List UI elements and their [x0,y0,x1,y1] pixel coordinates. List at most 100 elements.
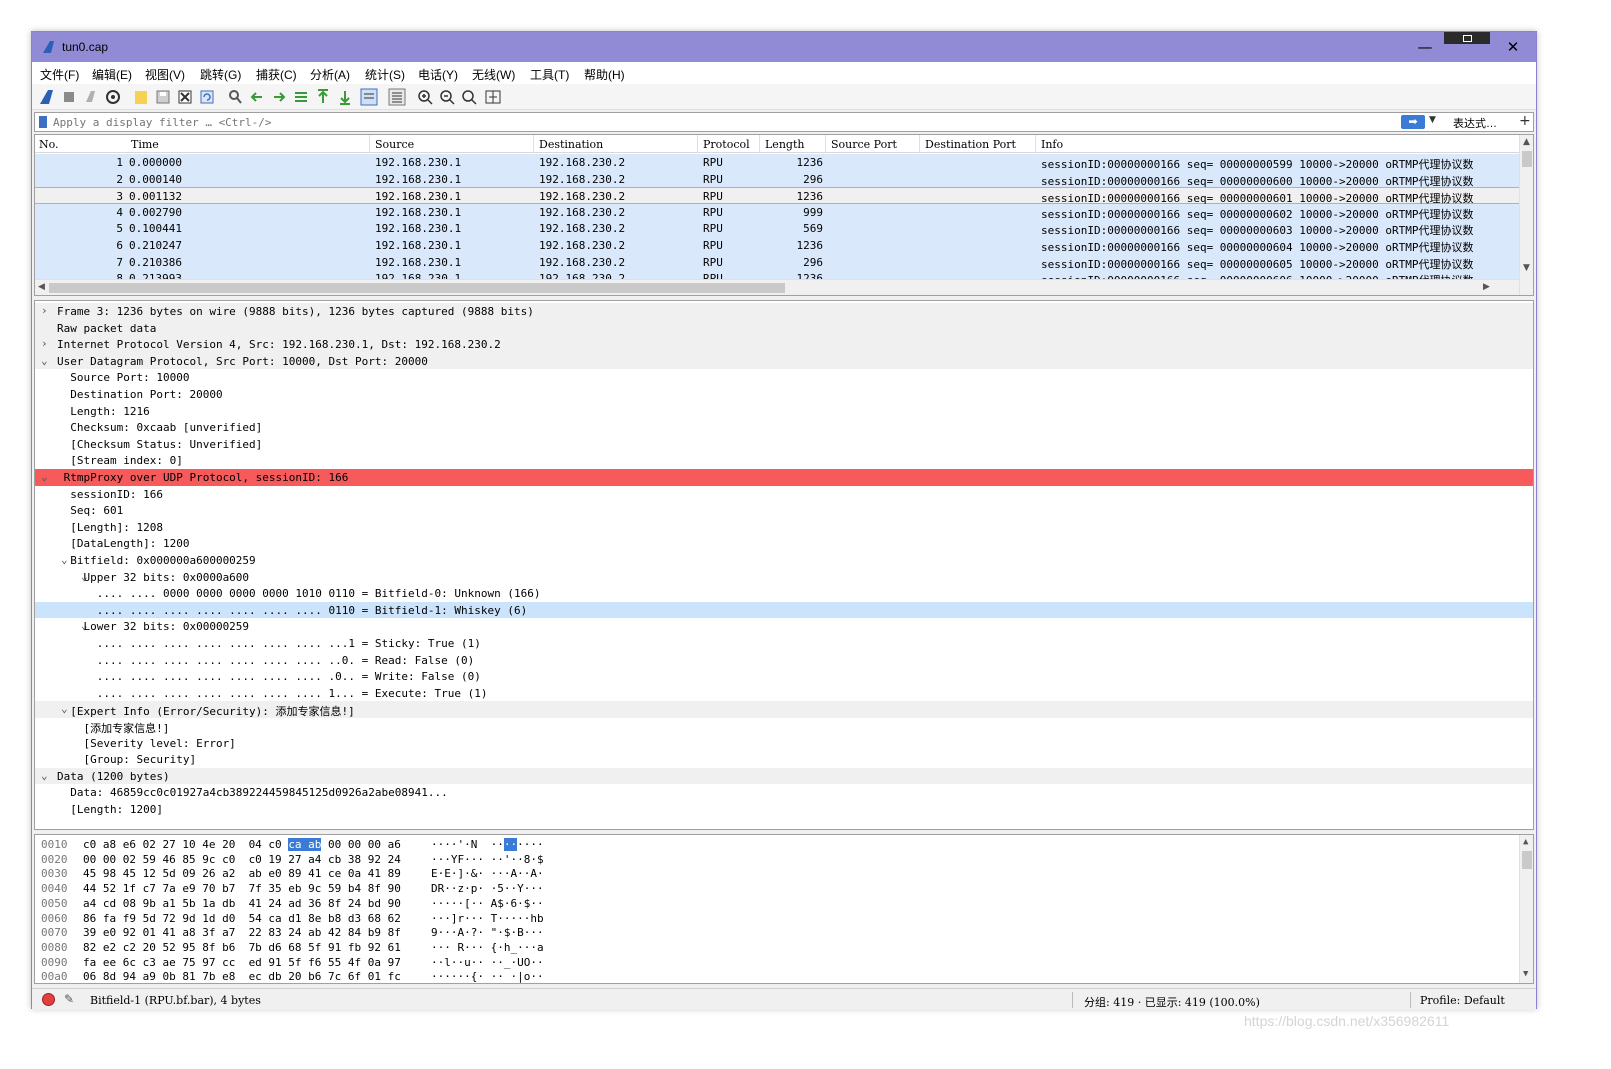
maximize-button[interactable] [1444,32,1490,44]
column-header-source-port[interactable]: Source Port [831,138,897,151]
go-to-packet-icon[interactable] [292,88,310,106]
detail-line[interactable]: [Length]: 1208 [35,519,1533,536]
scroll-right-icon[interactable]: ▶ [1483,282,1490,292]
menu-file[interactable]: 文件(F) [40,66,79,83]
go-forward-icon[interactable] [270,88,288,106]
bytes-row[interactable]: 00a0 06 8d 94 a9 0b 81 7b e8 ec db 20 b6 … [35,969,1519,983]
normal-size-icon[interactable] [460,88,478,106]
column-separator[interactable] [825,135,826,153]
detail-line[interactable]: Length: 1216 [35,403,1533,420]
status-divider[interactable] [1410,992,1411,1008]
zoom-in-icon[interactable] [416,88,434,106]
menu-analyze[interactable]: 分析(A) [310,66,350,83]
column-header-destination-port[interactable]: Destination Port [925,138,1016,151]
resize-columns-icon[interactable] [484,88,502,106]
reload-file-icon[interactable] [198,88,216,106]
close-button[interactable]: ✕ [1490,32,1536,62]
start-capture-icon[interactable] [38,88,56,106]
detail-line[interactable]: Raw packet data [35,319,1533,337]
scrollbar-thumb[interactable] [1522,151,1532,167]
chevron-down-icon[interactable]: ▼ [1429,115,1436,125]
bytes-row[interactable]: 0060 86 fa f9 5d 72 9d 1d d0 54 ca d1 8e … [35,911,1519,926]
expand-arrow-icon[interactable]: › [41,304,48,317]
expert-info-icon[interactable] [42,993,55,1006]
detail-line[interactable]: [Checksum Status: Unverified] [35,436,1533,453]
packet-row[interactable]: 2 0.000140 192.168.230.1 192.168.230.2 RPU 29… [35,170,1519,188]
detail-line[interactable]: [添加专家信息!] [35,718,1533,735]
detail-line[interactable]: ⌄ Data (1200 bytes) [35,767,1533,785]
last-packet-icon[interactable] [336,88,354,106]
bytes-row[interactable]: 0010 c0 a8 e6 02 27 10 4e 20 04 c0 ca ab … [35,837,1519,852]
column-separator[interactable] [919,135,920,153]
detail-line[interactable]: .... .... .... .... .... .... .... 0110 … [35,601,1533,619]
detail-line[interactable]: ⌄ User Datagram Protocol, Src Port: 10000… [35,352,1533,370]
minimize-button[interactable]: — [1402,32,1448,62]
save-file-icon[interactable] [154,88,172,106]
detail-line[interactable]: Data: 46859cc0c01927a4cb389224459845125d… [35,784,1533,801]
packet-list-horizontal-scrollbar[interactable]: ◀ ▶ [35,279,1519,295]
find-packet-icon[interactable] [226,88,244,106]
column-separator[interactable] [533,135,534,153]
column-header-source[interactable]: Source [375,138,414,151]
status-divider[interactable] [1072,992,1073,1008]
column-header-protocol[interactable]: Protocol [703,138,750,151]
detail-line[interactable]: ⌄ Upper 32 bits: 0x0000a600 [35,569,1533,586]
column-header-length[interactable]: Length [765,138,804,151]
detail-line[interactable]: [Stream index: 0] [35,452,1533,469]
status-profile[interactable]: Profile: Default [1420,994,1505,1007]
scrollbar-thumb[interactable] [1522,851,1532,869]
detail-line[interactable]: ⌄ [Expert Info (Error/Security): 添加专家信息!… [35,701,1533,718]
first-packet-icon[interactable] [314,88,332,106]
zoom-out-icon[interactable] [438,88,456,106]
bytes-row[interactable]: 0020 00 00 02 59 46 85 9c c0 c0 19 27 a4 … [35,852,1519,867]
expression-button[interactable]: 表达式… [1453,115,1497,131]
edit-comment-icon[interactable]: ✎ [64,992,74,1006]
column-header-time[interactable]: Time [131,138,159,151]
detail-line[interactable]: [DataLength]: 1200 [35,535,1533,552]
display-filter-input[interactable] [53,114,1393,130]
menu-telephony[interactable]: 电话(Y) [418,66,458,83]
detail-line[interactable]: Source Port: 10000 [35,369,1533,386]
menu-tools[interactable]: 工具(T) [530,66,569,83]
menu-edit[interactable]: 编辑(E) [92,66,132,83]
autoscroll-icon[interactable] [360,88,378,106]
detail-line[interactable]: ⌄ Lower 32 bits: 0x00000259 [35,618,1533,635]
apply-filter-arrow-icon[interactable]: ➡ [1401,115,1425,129]
detail-line[interactable]: Checksum: 0xcaab [unverified] [35,419,1533,436]
bytes-row[interactable]: 0030 45 98 45 12 5d 09 26 a2 ab e0 89 41 … [35,866,1519,881]
packet-row[interactable]: 7 0.210386 192.168.230.1 192.168.230.2 RPU 29… [35,253,1519,271]
add-filter-button[interactable]: + [1519,113,1531,129]
scroll-down-icon[interactable]: ▼ [1523,969,1528,979]
detail-line[interactable]: ⌄ Bitfield: 0x000000a600000259 [35,552,1533,569]
detail-line[interactable]: [Group: Security] [35,751,1533,768]
colorize-icon[interactable] [388,88,406,106]
capture-options-icon[interactable] [104,88,122,106]
column-header-no[interactable]: No. [39,138,59,151]
bytes-row[interactable]: 0080 82 e2 c2 20 52 95 8f b6 7b d6 68 5f … [35,940,1519,955]
menu-wireless[interactable]: 无线(W) [472,66,515,83]
detail-line[interactable]: [Severity level: Error] [35,735,1533,752]
menu-go[interactable]: 跳转(G) [200,66,241,83]
collapse-arrow-icon[interactable]: ⌄ [41,769,48,782]
packet-list-vertical-scrollbar[interactable]: ▲ ▼ [1519,135,1533,295]
packet-bytes-vertical-scrollbar[interactable]: ▲ ▼ [1519,835,1533,983]
column-separator[interactable] [759,135,760,153]
detail-line[interactable]: Destination Port: 20000 [35,386,1533,403]
detail-line[interactable]: .... .... 0000 0000 0000 0000 1010 0110 … [35,585,1533,602]
detail-line[interactable]: [Length: 1200] [35,801,1533,818]
scroll-up-icon[interactable]: ▲ [1523,837,1528,847]
detail-line[interactable]: .... .... .... .... .... .... .... 1... … [35,685,1533,702]
scroll-up-icon[interactable]: ▲ [1523,137,1530,147]
bytes-row[interactable]: 0040 44 52 1f c7 7a e9 70 b7 7f 35 eb 9c … [35,881,1519,896]
close-file-icon[interactable] [176,88,194,106]
detail-line[interactable]: .... .... .... .... .... .... .... ..0. … [35,652,1533,669]
menu-capture[interactable]: 捕获(C) [256,66,297,83]
packet-row[interactable]: 6 0.210247 192.168.230.1 192.168.230.2 RPU 12… [35,237,1519,254]
bytes-row[interactable]: 0050 a4 cd 08 9b a1 5b 1a db 41 24 ad 36 … [35,896,1519,911]
bytes-row[interactable]: 0090 fa ee 6c c3 ae 75 97 cc ed 91 5f f6 … [35,955,1519,970]
column-separator[interactable] [369,135,370,153]
title-bar[interactable]: tun0.cap — ✕ [32,32,1536,62]
packet-row[interactable]: 1 0.000000 192.168.230.1 192.168.230.2 RPU 12… [35,154,1519,171]
menu-statistics[interactable]: 统计(S) [365,66,405,83]
detail-line[interactable]: ⌄ RtmpProxy over UDP Protocol, sessionID… [35,469,1533,486]
